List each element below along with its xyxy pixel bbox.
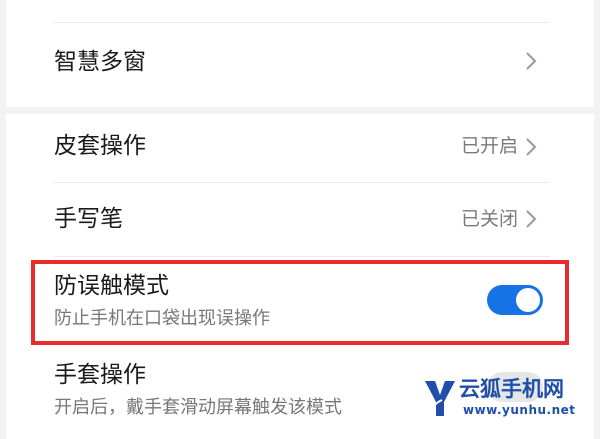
divider xyxy=(54,182,550,183)
watermark-logo-icon xyxy=(425,381,455,416)
stylus-title[interactable]: 手写笔 xyxy=(54,208,123,231)
glove-mode-subtitle: 开启后，戴手套滑动屏幕触发该模式 xyxy=(54,397,342,418)
watermark: 云狐手机网 www.yunhu.net xyxy=(423,378,595,420)
chevron-right-icon[interactable] xyxy=(522,208,540,230)
divider xyxy=(54,256,550,257)
cover-operation-status: 已开启 xyxy=(460,135,518,157)
smart-multiwindow-title[interactable]: 智慧多窗 xyxy=(54,51,146,74)
chevron-right-icon[interactable] xyxy=(522,136,540,158)
chevron-right-icon[interactable] xyxy=(522,50,540,72)
cover-operation-title[interactable]: 皮套操作 xyxy=(54,135,146,158)
watermark-url: www.yunhu.net xyxy=(463,403,576,417)
highlight-box xyxy=(31,260,569,345)
divider xyxy=(54,22,550,23)
glove-mode-title: 手套操作 xyxy=(54,362,146,388)
settings-page: 智慧多窗 皮套操作 已开启 手写笔 已关闭 防误触模式 防止手机在口袋出现误操作… xyxy=(0,0,600,439)
watermark-name: 云狐手机网 xyxy=(459,377,564,401)
stylus-status: 已关闭 xyxy=(460,208,518,230)
